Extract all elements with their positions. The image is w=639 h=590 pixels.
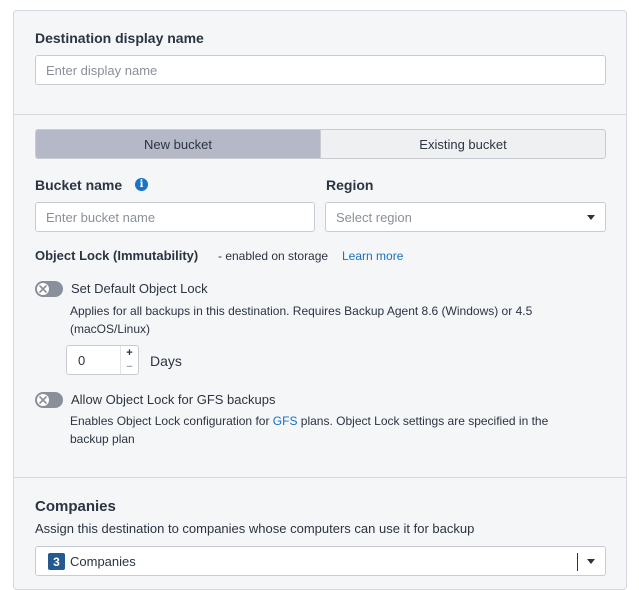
default-object-lock-toggle[interactable]	[35, 281, 63, 297]
chevron-down-icon	[587, 215, 595, 220]
region-label: Region	[326, 177, 374, 193]
companies-description: Assign this destination to companies who…	[35, 521, 475, 536]
close-icon	[39, 396, 47, 404]
bucket-mode-toggle: New bucket Existing bucket	[35, 129, 606, 159]
lock-days-value: 0	[78, 353, 86, 368]
object-lock-note: - enabled on storage	[218, 249, 329, 263]
gfs-object-lock-toggle[interactable]	[35, 392, 63, 408]
gfs-link[interactable]: GFS	[273, 414, 298, 428]
info-icon[interactable]: i	[135, 178, 148, 191]
new-bucket-tab[interactable]: New bucket	[36, 130, 320, 158]
region-select-value: Select region	[336, 209, 412, 225]
gfs-object-lock-description: Enables Object Lock configuration for GF…	[70, 414, 549, 446]
bucket-name-label: Bucket name	[35, 177, 123, 193]
lock-days-unit: Days	[150, 353, 182, 369]
companies-select-value: Companies	[70, 554, 136, 569]
lock-days-stepper[interactable]: 0 + −	[66, 345, 139, 375]
increment-button[interactable]: +	[121, 346, 138, 360]
select-divider	[577, 553, 578, 571]
decrement-button[interactable]: −	[121, 360, 138, 374]
learn-more-link[interactable]: Learn more	[342, 249, 403, 263]
companies-title: Companies	[35, 498, 116, 515]
region-select[interactable]: Select region	[325, 202, 606, 232]
companies-count-badge: 3	[48, 553, 65, 570]
close-icon	[39, 285, 47, 293]
existing-bucket-tab[interactable]: Existing bucket	[320, 130, 605, 158]
companies-select[interactable]: 3 Companies	[35, 546, 606, 576]
display-name-section: Destination display name	[14, 11, 626, 115]
destination-display-name-label: Destination display name	[35, 30, 204, 46]
default-object-lock-label: Set Default Object Lock	[71, 281, 208, 296]
default-object-lock-description: Applies for all backups in this destinat…	[70, 304, 533, 336]
object-lock-title: Object Lock (Immutability)	[35, 248, 199, 263]
destination-settings-panel: Destination display name New bucket Exis…	[13, 10, 627, 590]
chevron-down-icon	[587, 559, 595, 564]
bucket-name-input[interactable]	[35, 202, 315, 232]
gfs-object-lock-label: Allow Object Lock for GFS backups	[71, 392, 276, 407]
destination-display-name-input[interactable]	[35, 55, 606, 85]
